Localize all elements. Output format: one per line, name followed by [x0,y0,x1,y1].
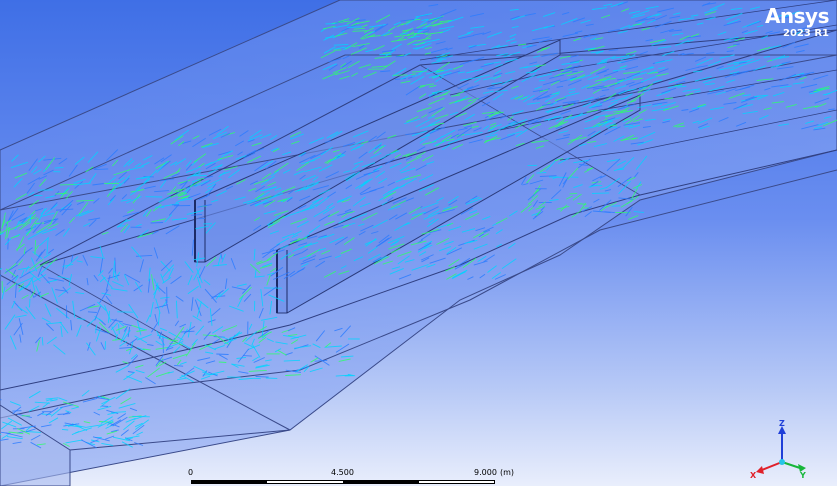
scale-bar-segment [191,480,267,484]
velocity-vector [132,415,150,418]
scale-mid-label: 4.500 [331,468,354,477]
velocity-vector [216,353,229,355]
x-arrow-icon [756,466,764,474]
logo-brand: Ansys [764,4,830,28]
velocity-vector [61,428,69,431]
velocity-vector [255,376,269,378]
velocity-vector [29,298,31,308]
scale-min-label: 0 [188,468,194,477]
velocity-vector [34,222,45,224]
velocity-vector [242,355,252,357]
velocity-vector [150,222,164,224]
ansys-logo: Ansys 2023 R1 [764,4,830,39]
axis-triad[interactable]: Z X Y [748,418,808,480]
velocity-vector [162,335,164,354]
velocity-vector [101,405,109,407]
logo-version: 2023 R1 [783,28,829,39]
scale-bar-segment [343,480,419,484]
velocity-vector [7,238,9,250]
velocity-vector [591,192,610,194]
x-axis-label: X [750,471,757,480]
velocity-vector [628,215,639,220]
velocity-vector [218,361,227,363]
scale-max-label: 9.000 [474,468,497,477]
velocity-vector [569,192,578,195]
3d-viewport[interactable] [0,0,837,486]
scale-bar: 0 4.500 9.000 (m) [186,468,516,486]
x-axis [761,461,783,471]
y-axis-label: Y [799,471,806,480]
scale-unit-label: (m) [500,468,515,477]
velocity-vector [633,211,644,213]
triad-origin [779,459,785,465]
velocity-vector [352,30,367,32]
z-axis-label: Z [779,419,785,428]
